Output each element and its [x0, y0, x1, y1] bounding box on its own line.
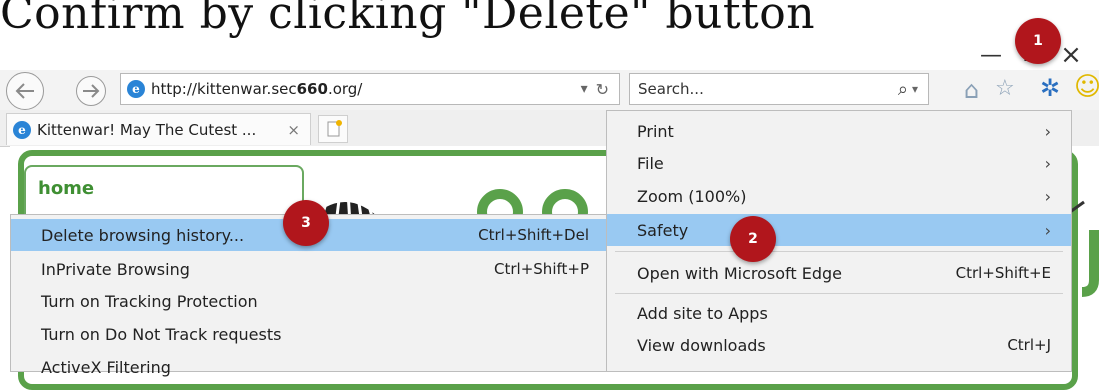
feedback-smiley-icon[interactable]: ☺	[1074, 72, 1099, 102]
tools-menu: Print › File › Zoom (100%) › Safety › Op…	[606, 110, 1072, 372]
new-tab-icon	[327, 120, 342, 137]
tab-favicon-icon: e	[13, 120, 31, 139]
menu-item-label: Safety	[637, 220, 689, 240]
address-url: http://kittenwar.sec660.org/	[151, 80, 363, 98]
search-placeholder: Search...	[638, 80, 704, 98]
menu-item-label: Turn on Do Not Track requests	[41, 324, 282, 344]
menu-separator	[615, 293, 1063, 294]
menu-item-open-with-edge[interactable]: Open with Microsoft Edge Ctrl+Shift+E	[607, 257, 1071, 289]
favorites-star-icon[interactable]: ☆	[995, 76, 1015, 101]
chevron-right-icon: ›	[1044, 186, 1051, 206]
search-dropdown-icon[interactable]: ▾	[912, 82, 918, 96]
menu-item-label: InPrivate Browsing	[41, 259, 190, 279]
chevron-right-icon: ›	[1044, 153, 1051, 173]
chevron-right-icon: ›	[1044, 220, 1051, 240]
address-dropdown-icon[interactable]: ▾	[581, 81, 588, 97]
forward-arrow-icon	[83, 84, 100, 98]
instruction-caption: Confirm by clicking "Delete" button	[0, 0, 816, 39]
new-tab-button[interactable]	[318, 115, 348, 143]
tools-gear-icon[interactable]: ✲	[1040, 74, 1060, 102]
menu-item-print[interactable]: Print ›	[607, 115, 1071, 147]
menu-item-label: Add site to Apps	[637, 303, 768, 323]
menu-item-do-not-track[interactable]: Turn on Do Not Track requests	[11, 318, 609, 350]
page-home-link[interactable]: home	[38, 178, 94, 199]
menu-item-label: Delete browsing history...	[41, 225, 245, 245]
menu-item-inprivate-browsing[interactable]: InPrivate Browsing Ctrl+Shift+P	[11, 253, 609, 285]
menu-item-add-site-to-apps[interactable]: Add site to Apps	[607, 297, 1071, 329]
step-badge-3: 3	[283, 200, 329, 246]
forward-button[interactable]	[76, 76, 106, 106]
menu-item-label: Open with Microsoft Edge	[637, 263, 843, 283]
back-arrow-icon	[15, 83, 34, 99]
menu-item-label: Zoom (100%)	[637, 186, 747, 206]
step-badge-1: 1	[1015, 18, 1061, 64]
menu-item-shortcut: Ctrl+Shift+Del	[478, 226, 589, 244]
refresh-icon[interactable]: ↻	[596, 80, 609, 99]
menu-item-label: Turn on Tracking Protection	[41, 291, 258, 311]
menu-item-shortcut: Ctrl+Shift+P	[494, 260, 589, 278]
address-bar[interactable]: e http://kittenwar.sec660.org/ ▾ ↻	[120, 73, 620, 105]
menu-item-view-downloads[interactable]: View downloads Ctrl+J	[607, 329, 1071, 361]
menu-item-activex-filtering[interactable]: ActiveX Filtering	[11, 351, 609, 383]
minimize-icon[interactable]: —	[971, 43, 1011, 68]
ie-logo-icon: e	[127, 80, 145, 98]
menu-item-label: View downloads	[637, 335, 766, 355]
menu-item-shortcut: Ctrl+J	[1007, 336, 1051, 354]
menu-item-shortcut: Ctrl+Shift+E	[955, 264, 1051, 282]
menu-item-label: ActiveX Filtering	[41, 357, 171, 377]
step-badge-2: 2	[730, 216, 776, 262]
menu-item-safety[interactable]: Safety ›	[607, 214, 1071, 246]
menu-item-label: Print	[637, 121, 674, 141]
menu-item-tracking-protection[interactable]: Turn on Tracking Protection	[11, 285, 609, 317]
menu-item-label: File	[637, 153, 664, 173]
chevron-right-icon: ›	[1044, 121, 1051, 141]
tab-close-icon[interactable]: ×	[287, 121, 300, 139]
menu-item-zoom[interactable]: Zoom (100%) ›	[607, 180, 1071, 212]
tab-kittenwar[interactable]: e Kittenwar! May The Cutest ... ×	[6, 113, 311, 145]
back-button[interactable]	[6, 72, 44, 110]
menu-item-file[interactable]: File ›	[607, 147, 1071, 179]
home-icon[interactable]: ⌂	[964, 76, 979, 104]
search-box[interactable]: Search... ⌕ ▾	[629, 73, 929, 105]
tab-title: Kittenwar! May The Cutest ...	[37, 120, 257, 139]
menu-separator	[615, 251, 1063, 252]
search-icon[interactable]: ⌕	[898, 79, 908, 100]
